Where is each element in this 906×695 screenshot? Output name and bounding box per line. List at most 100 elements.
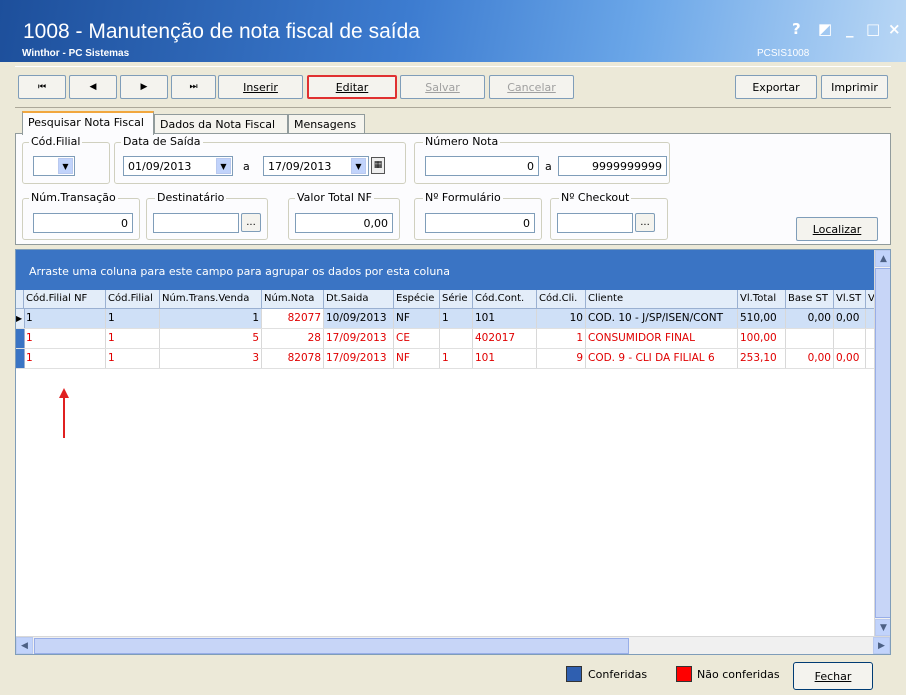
previous-record-button[interactable]: ◀ (69, 75, 117, 99)
valor-total-label: Valor Total NF (295, 191, 374, 204)
destinatario-label: Destinatário (155, 191, 227, 204)
cell-cliente: COD. 10 - J/SP/ISEN/CONT (586, 309, 738, 328)
cancelar-button[interactable]: Cancelar (489, 75, 574, 99)
num-transacao-label: Núm.Transação (29, 191, 118, 204)
col-base-st[interactable]: Base ST (786, 290, 834, 308)
destinatario-group: Destinatário ... (146, 191, 268, 240)
chevron-down-icon[interactable]: ▼ (351, 158, 366, 174)
col-num-trans-venda[interactable]: Núm.Trans.Venda (160, 290, 262, 308)
cell-vl-total: 510,00 (738, 309, 786, 328)
cell-dt-saida: 10/09/2013 (324, 309, 394, 328)
salvar-button[interactable]: Salvar (400, 75, 485, 99)
editar-button[interactable]: Editar (307, 75, 397, 99)
prev-icon: ◀ (89, 82, 97, 92)
minimize-icon[interactable]: _ (846, 20, 854, 38)
table-row[interactable]: ▶ 1 1 1 82077 10/09/2013 NF 1 101 10 COD… (16, 309, 878, 329)
inserir-button[interactable]: Inserir (218, 75, 303, 99)
table-row[interactable]: 1 1 3 82078 17/09/2013 NF 1 101 9 COD. 9… (16, 349, 878, 369)
col-cod-filial-nf[interactable]: Cód.Filial NF (24, 290, 106, 308)
cell-cod-filial: 1 (106, 329, 160, 348)
numero-nota-label: Número Nota (423, 135, 501, 148)
last-record-button[interactable]: ⏭ (171, 75, 216, 99)
cell-serie (440, 329, 473, 348)
num-formulario-input[interactable]: 0 (425, 213, 535, 233)
scroll-down-icon[interactable]: ▼ (875, 619, 890, 636)
cell-vl-st: 0,00 (834, 349, 866, 368)
col-num-nota[interactable]: Núm.Nota (262, 290, 324, 308)
fechar-button[interactable]: Fechar (793, 662, 873, 690)
cell-vl-total: 253,10 (738, 349, 786, 368)
num-checkout-input[interactable] (557, 213, 633, 233)
vertical-scrollbar[interactable]: ▲ ▼ (874, 250, 890, 636)
chevron-down-icon[interactable]: ▼ (58, 158, 73, 174)
cell-num-nota: 82077 (262, 309, 324, 328)
toolbar: ⏮ ◀ ▶ ⏭ Inserir Editar Salvar Cancelar E… (15, 66, 891, 108)
table-row[interactable]: 1 1 5 28 17/09/2013 CE 402017 1 CONSUMID… (16, 329, 878, 349)
num-formulario-label: Nº Formulário (423, 191, 503, 204)
col-vl-st[interactable]: Vl.ST (834, 290, 866, 308)
nao-conferidas-label: Não conferidas (697, 668, 780, 681)
exportar-button[interactable]: Exportar (735, 75, 817, 99)
cell-cod-cont: 402017 (473, 329, 537, 348)
maximize-icon[interactable]: □ (866, 20, 880, 38)
chevron-down-icon[interactable]: ▼ (216, 158, 231, 174)
col-cod-cli[interactable]: Cód.Cli. (537, 290, 586, 308)
cell-especie: NF (394, 349, 440, 368)
numero-nota-to-input[interactable]: 9999999999 (558, 156, 667, 176)
num-transacao-group: Núm.Transação 0 (22, 191, 140, 240)
scroll-left-icon[interactable]: ◀ (16, 637, 33, 654)
valor-total-input[interactable]: 0,00 (295, 213, 393, 233)
numero-nota-from-input[interactable]: 0 (425, 156, 539, 176)
num-checkout-group: Nº Checkout ... (550, 191, 668, 240)
cell-cod-cli: 9 (537, 349, 586, 368)
tab-dados-da-nota-fiscal[interactable]: Dados da Nota Fiscal (154, 114, 288, 134)
destinatario-lookup-button[interactable]: ... (241, 213, 261, 232)
col-serie[interactable]: Série (440, 290, 473, 308)
cell-cliente: COD. 9 - CLI DA FILIAL 6 (586, 349, 738, 368)
close-icon[interactable]: × (888, 20, 901, 38)
tab-mensagens[interactable]: Mensagens (288, 114, 365, 134)
col-dt-saida[interactable]: Dt.Saida (324, 290, 394, 308)
localizar-label: Localizar (812, 222, 862, 236)
calendar-icon[interactable]: ▦ (371, 157, 385, 174)
help-icon[interactable]: ? (792, 20, 801, 38)
localizar-button[interactable]: Localizar (796, 217, 878, 241)
group-by-area[interactable]: Arraste uma coluna para este campo para … (16, 250, 874, 290)
column-chooser-icon[interactable] (16, 290, 24, 308)
next-record-button[interactable]: ▶ (120, 75, 168, 99)
cell-cod-filial-nf: 1 (24, 349, 106, 368)
inserir-label: Inserir (243, 80, 278, 94)
scroll-right-icon[interactable]: ▶ (873, 637, 890, 654)
destinatario-input[interactable] (153, 213, 239, 233)
cell-cod-filial: 1 (106, 309, 160, 328)
cell-serie: 1 (440, 309, 473, 328)
cell-especie: CE (394, 329, 440, 348)
tab-pesquisar-nota-fiscal[interactable]: Pesquisar Nota Fiscal (22, 111, 154, 135)
num-transacao-input[interactable]: 0 (33, 213, 133, 233)
cell-num-nota: 82078 (262, 349, 324, 368)
routine-code: PCSIS1008 (757, 48, 810, 59)
horizontal-scroll-thumb[interactable] (34, 638, 629, 654)
cancelar-label: Cancelar (507, 80, 556, 94)
restore-icon[interactable]: ◩ (818, 20, 832, 38)
first-icon: ⏮ (37, 82, 47, 92)
vertical-scroll-thumb[interactable] (875, 268, 890, 618)
scroll-up-icon[interactable]: ▲ (875, 250, 890, 267)
col-vl-total[interactable]: Vl.Total (738, 290, 786, 308)
col-cod-cont[interactable]: Cód.Cont. (473, 290, 537, 308)
cell-cod-filial: 1 (106, 349, 160, 368)
col-cliente[interactable]: Cliente (586, 290, 738, 308)
search-panel: Cód.Filial ▼ Data de Saída 01/09/2013 ▼ … (15, 133, 891, 245)
cell-cod-filial-nf: 1 (24, 309, 106, 328)
title-bar: 1008 - Manutenção de nota fiscal de saíd… (0, 0, 906, 62)
date-range-separator: a (243, 160, 250, 173)
col-cod-filial[interactable]: Cód.Filial (106, 290, 160, 308)
col-especie[interactable]: Espécie (394, 290, 440, 308)
cell-base-st: 0,00 (786, 349, 834, 368)
horizontal-scrollbar[interactable]: ◀ ▶ (16, 636, 890, 654)
editar-label: Editar (335, 80, 369, 94)
first-record-button[interactable]: ⏮ (18, 75, 66, 99)
imprimir-button[interactable]: Imprimir (821, 75, 888, 99)
cell-base-st (786, 329, 834, 348)
checkout-lookup-button[interactable]: ... (635, 213, 655, 232)
